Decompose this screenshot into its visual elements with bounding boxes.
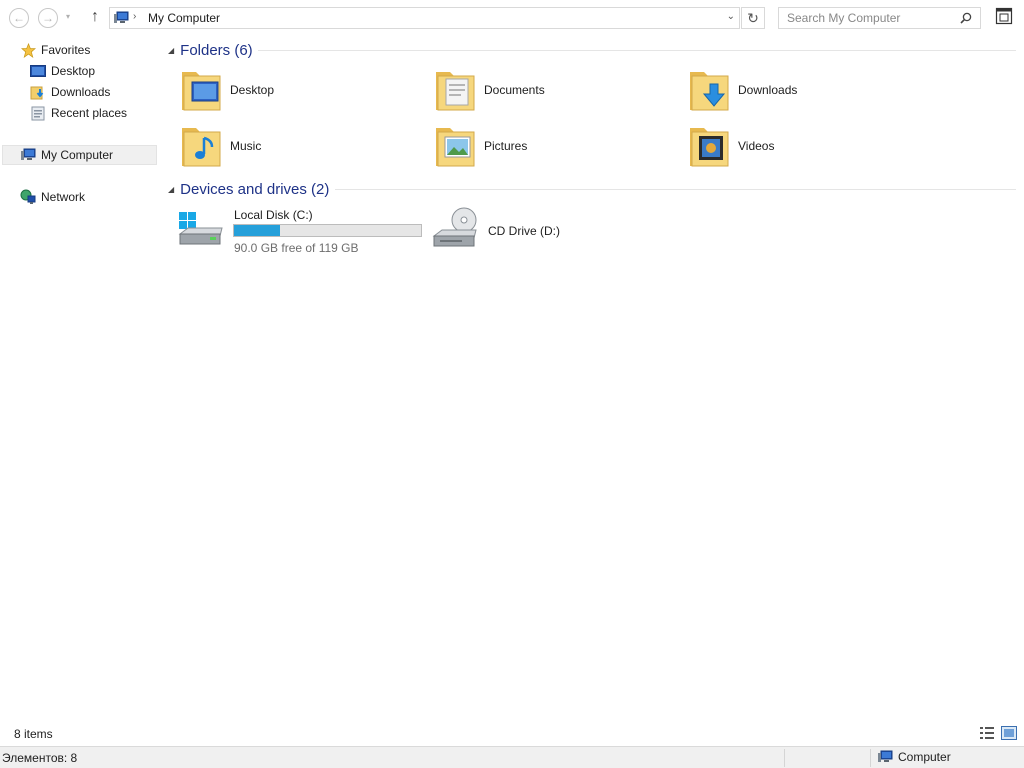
computer-icon bbox=[114, 11, 129, 23]
sidebar-item-my-computer[interactable]: My Computer bbox=[2, 145, 157, 165]
sidebar-item-network[interactable]: Network bbox=[20, 187, 85, 207]
sidebar-item-label: Network bbox=[41, 190, 86, 204]
drive-tile-cd-drive[interactable]: CD Drive (D:) bbox=[430, 204, 690, 256]
folder-label: Documents bbox=[484, 83, 545, 97]
status-location: Computer bbox=[877, 750, 951, 764]
folder-tile-music[interactable]: Music bbox=[178, 120, 418, 172]
item-count: 8 items bbox=[14, 727, 53, 741]
collapse-triangle-icon[interactable]: ◢ bbox=[168, 185, 174, 194]
back-button[interactable]: ← bbox=[9, 8, 29, 28]
computer-icon bbox=[878, 750, 893, 762]
restore-window-icon[interactable] bbox=[995, 7, 1013, 25]
details-bar: 8 items bbox=[0, 720, 1024, 746]
address-dropdown-button[interactable]: ⌄ bbox=[727, 11, 735, 22]
sidebar-item-label: Downloads bbox=[51, 85, 111, 99]
sidebar-item-label: Recent places bbox=[51, 106, 128, 120]
drive-name: Local Disk (C:) bbox=[234, 208, 313, 222]
folder-label: Pictures bbox=[484, 139, 528, 153]
drive-tile-local-disk[interactable]: Local Disk (C:) 90.0 GB free of 119 GB bbox=[176, 204, 436, 256]
recent-places-icon bbox=[30, 105, 46, 121]
status-item-count: Элементов: 8 bbox=[2, 751, 78, 765]
drive-free-space: 90.0 GB free of 119 GB bbox=[234, 241, 359, 255]
folder-label: Videos bbox=[738, 139, 775, 153]
refresh-button[interactable]: ↻ bbox=[741, 7, 765, 29]
drive-usage-bar bbox=[233, 224, 422, 237]
search-input[interactable] bbox=[779, 8, 959, 28]
music-folder-icon bbox=[182, 128, 221, 167]
forward-button[interactable]: → bbox=[38, 8, 58, 28]
content-pane: ◢ Folders (6) Desktop Documents Download… bbox=[160, 36, 1024, 720]
breadcrumb-my-computer[interactable]: My Computer bbox=[148, 11, 220, 25]
folder-tile-videos[interactable]: Videos bbox=[686, 120, 926, 172]
documents-folder-icon bbox=[436, 72, 475, 111]
folder-label: Music bbox=[230, 139, 262, 153]
devices-group-header[interactable]: ◢ Devices and drives (2) bbox=[168, 178, 329, 200]
sidebar-item-label: Desktop bbox=[51, 64, 96, 78]
star-icon bbox=[20, 42, 36, 58]
downloads-icon bbox=[30, 84, 46, 100]
folders-group-header[interactable]: ◢ Folders (6) bbox=[168, 39, 253, 61]
desktop-folder-icon bbox=[182, 72, 221, 111]
details-view-icon[interactable] bbox=[979, 726, 995, 740]
recent-locations-dropdown[interactable]: ▾ bbox=[66, 12, 70, 21]
folder-tile-desktop[interactable]: Desktop bbox=[178, 64, 418, 116]
drive-name: CD Drive (D:) bbox=[488, 224, 560, 238]
folders-group-title: Folders (6) bbox=[180, 41, 253, 59]
folder-label: Downloads bbox=[738, 83, 798, 97]
sidebar-item-favorites[interactable]: Favorites bbox=[20, 40, 90, 60]
status-divider bbox=[870, 749, 871, 767]
status-bar: Элементов: 8 Computer bbox=[0, 746, 1024, 768]
desktop-icon bbox=[30, 63, 46, 79]
computer-icon bbox=[20, 147, 36, 163]
collapse-triangle-icon[interactable]: ◢ bbox=[168, 46, 174, 55]
large-icons-view-icon[interactable] bbox=[1001, 726, 1017, 740]
videos-folder-icon bbox=[690, 128, 729, 167]
sidebar-item-desktop[interactable]: Desktop bbox=[30, 61, 95, 81]
sidebar-item-recent-places[interactable]: Recent places bbox=[30, 103, 127, 123]
sidebar-item-label: My Computer bbox=[41, 148, 114, 162]
group-divider bbox=[335, 189, 1016, 190]
navigation-pane: Favorites Desktop Downloads Recent place… bbox=[0, 36, 160, 720]
sidebar-item-downloads[interactable]: Downloads bbox=[30, 82, 110, 102]
navigation-bar: ← → ▾ ↑ › My Computer ⌄ ↻ bbox=[0, 0, 1024, 36]
network-icon bbox=[20, 189, 36, 205]
downloads-folder-icon bbox=[690, 72, 729, 111]
group-divider bbox=[258, 50, 1016, 51]
devices-group-title: Devices and drives (2) bbox=[180, 180, 330, 198]
folder-tile-pictures[interactable]: Pictures bbox=[432, 120, 672, 172]
folder-label: Desktop bbox=[230, 83, 275, 97]
address-bar[interactable]: › My Computer ⌄ bbox=[109, 7, 740, 29]
explorer-window: ← → ▾ ↑ › My Computer ⌄ ↻ Search My Comp… bbox=[0, 0, 1024, 768]
status-location-label: Computer bbox=[898, 750, 951, 764]
cd-drive-icon bbox=[432, 207, 477, 247]
up-button[interactable]: ↑ bbox=[86, 7, 104, 27]
sidebar-item-label: Favorites bbox=[41, 43, 91, 57]
search-box[interactable] bbox=[778, 7, 981, 29]
folder-tile-downloads[interactable]: Downloads bbox=[686, 64, 926, 116]
folder-tile-documents[interactable]: Documents bbox=[432, 64, 672, 116]
search-icon[interactable] bbox=[960, 12, 972, 24]
drive-usage-fill bbox=[234, 225, 280, 236]
status-divider bbox=[784, 749, 785, 767]
hard-drive-icon bbox=[178, 212, 223, 245]
pictures-folder-icon bbox=[436, 128, 475, 167]
breadcrumb-separator[interactable]: › bbox=[133, 11, 136, 22]
